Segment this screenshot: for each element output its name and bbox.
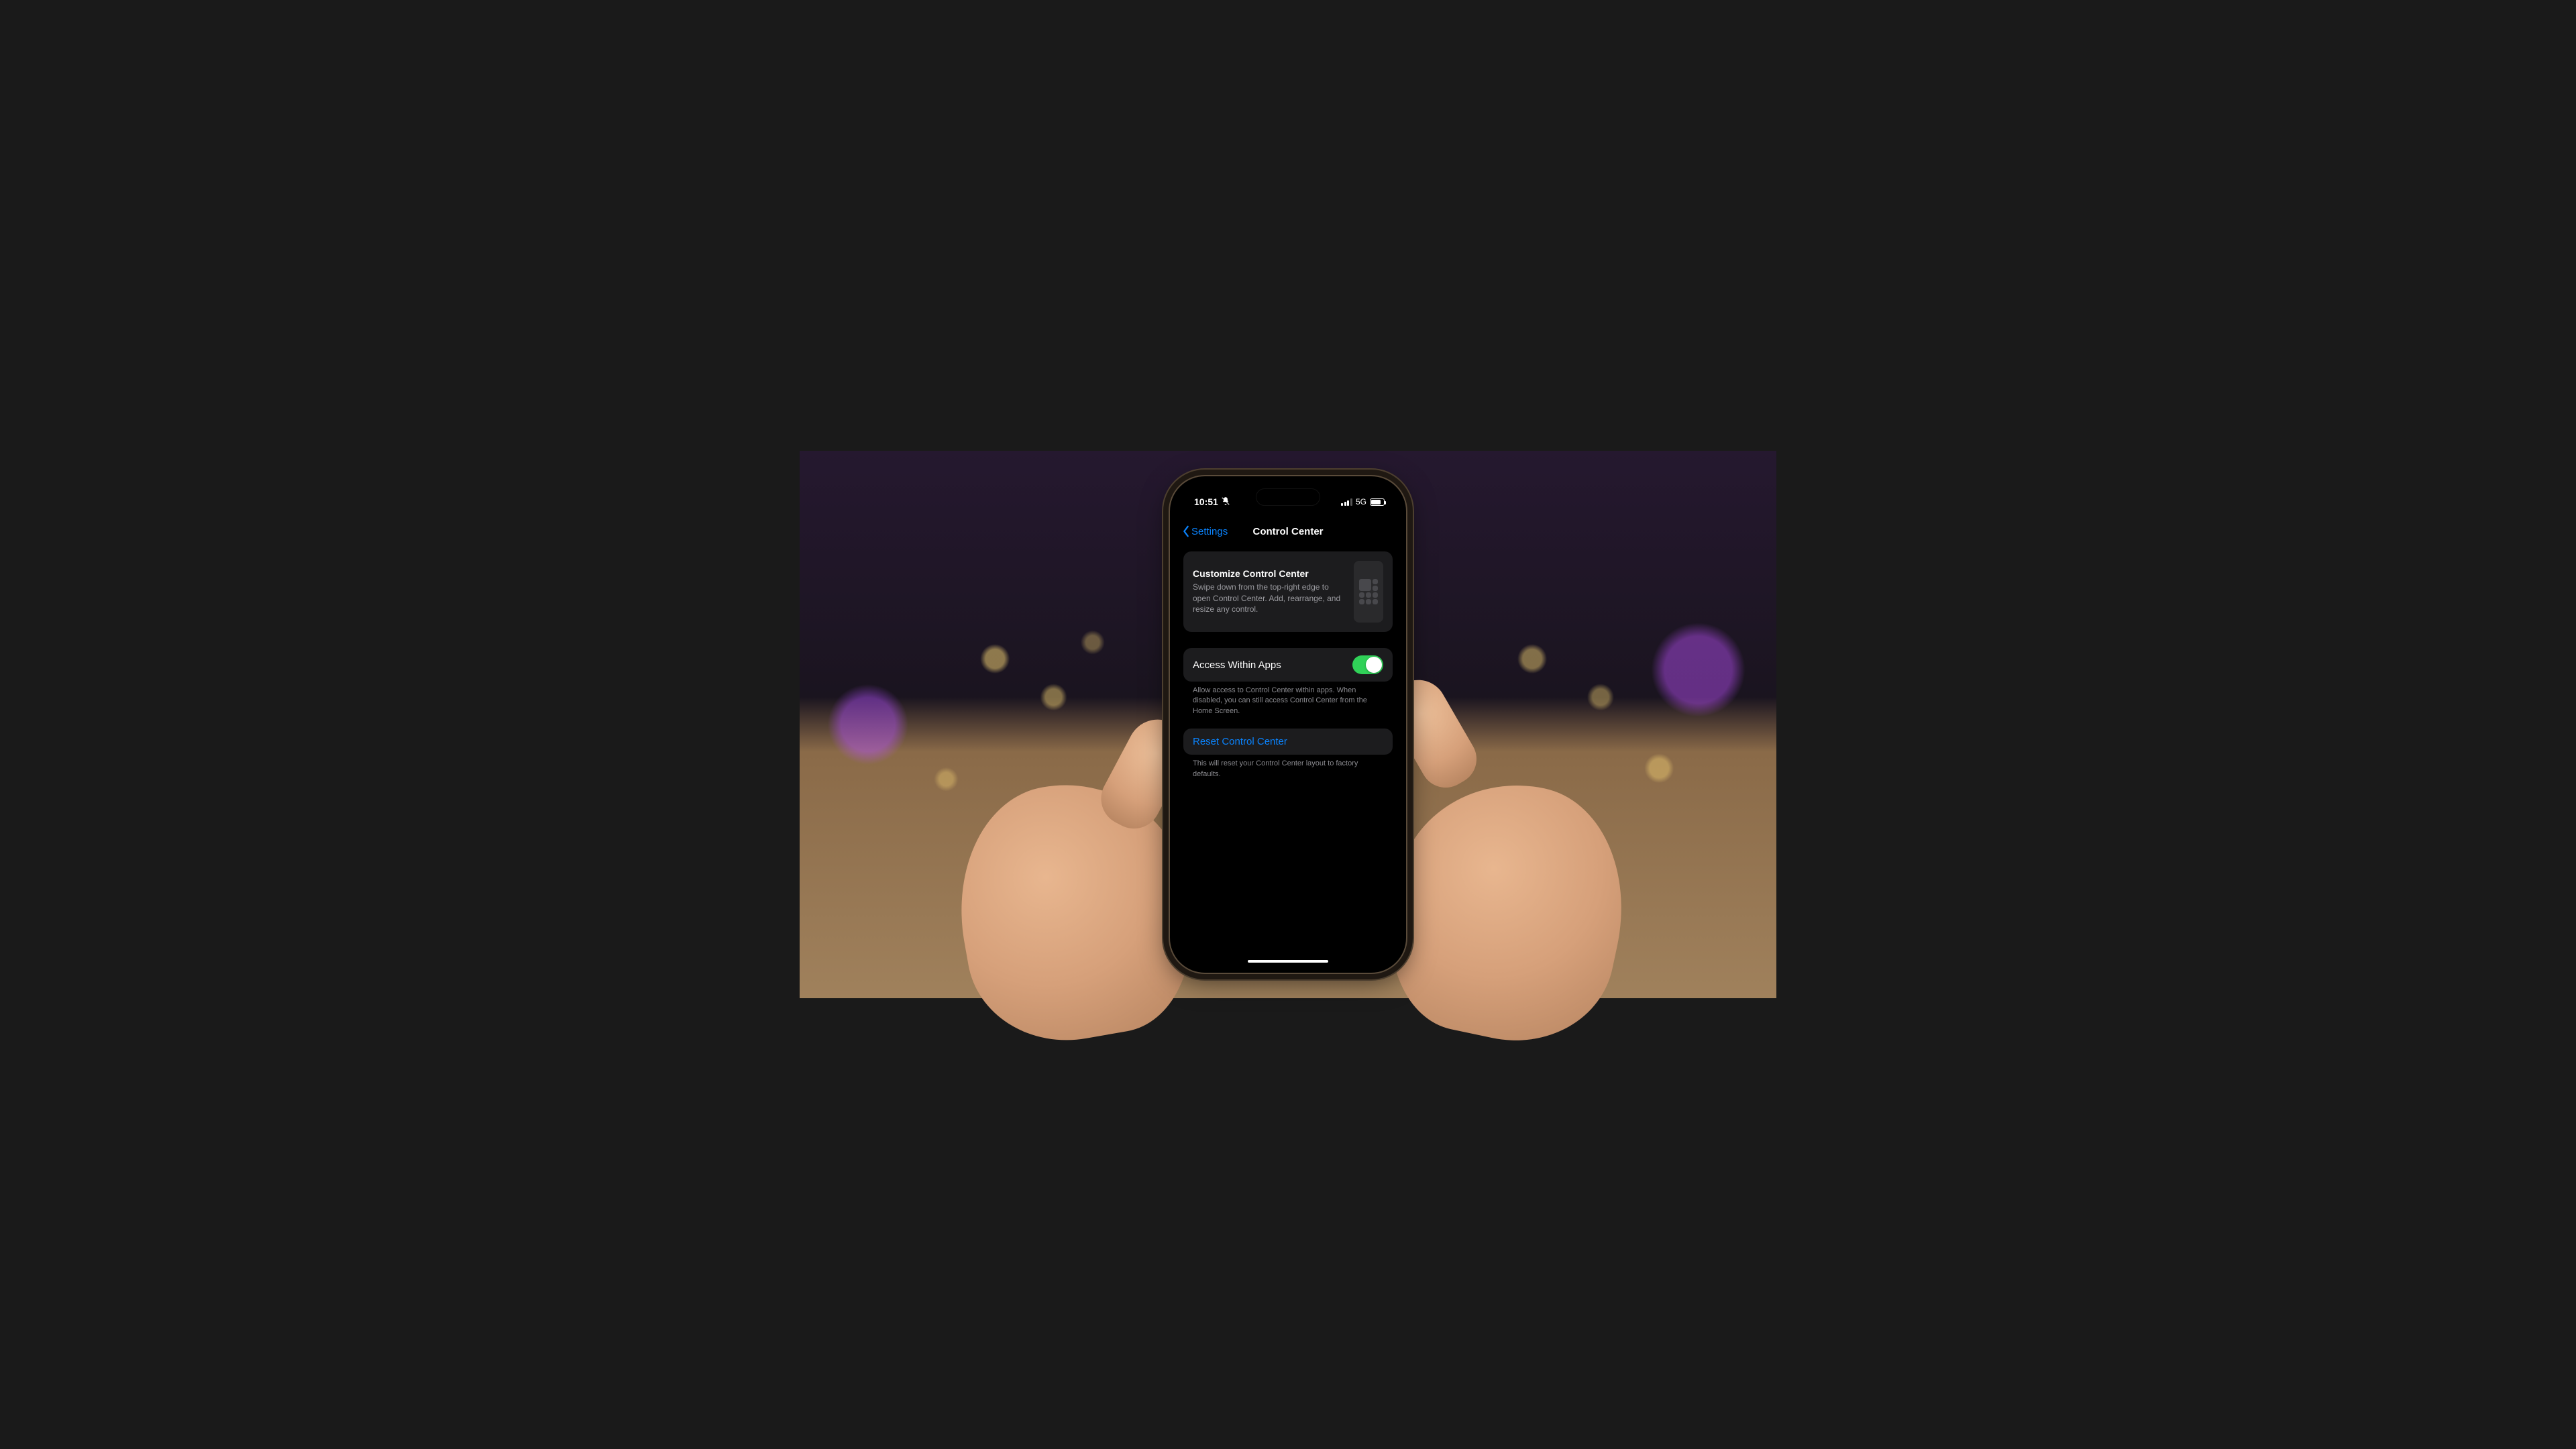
access-within-apps-label: Access Within Apps <box>1193 659 1281 671</box>
iphone-frame: 10:51 5G Settings Co <box>1169 475 1407 974</box>
battery-icon <box>1370 498 1385 506</box>
network-type-label: 5G <box>1356 497 1366 506</box>
reset-control-center-label: Reset Control Center <box>1193 736 1287 747</box>
status-time: 10:51 <box>1194 496 1218 507</box>
iphone-screen: 10:51 5G Settings Co <box>1175 482 1401 967</box>
back-button[interactable]: Settings <box>1182 525 1228 537</box>
back-label: Settings <box>1191 526 1228 537</box>
customize-card-title: Customize Control Center <box>1193 568 1346 579</box>
access-within-apps-row: Access Within Apps <box>1183 648 1393 682</box>
customize-card-description: Swipe down from the top-right edge to op… <box>1193 582 1346 615</box>
home-indicator[interactable] <box>1248 960 1328 963</box>
reset-control-center-button[interactable]: Reset Control Center <box>1183 729 1393 755</box>
dnd-icon <box>1221 496 1230 508</box>
control-center-preview-icon <box>1354 561 1383 623</box>
customize-card[interactable]: Customize Control Center Swipe down from… <box>1183 551 1393 632</box>
status-right: 5G <box>1341 497 1385 506</box>
reset-section-footer: This will reset your Control Center layo… <box>1183 755 1393 780</box>
access-section-footer: Allow access to Control Center within ap… <box>1183 682 1393 716</box>
content-area[interactable]: Customize Control Center Swipe down from… <box>1175 545 1401 967</box>
customize-card-text: Customize Control Center Swipe down from… <box>1193 568 1346 615</box>
photo-scene: 10:51 5G Settings Co <box>800 451 1776 998</box>
dynamic-island <box>1256 488 1320 506</box>
chevron-left-icon <box>1182 525 1190 537</box>
nav-bar: Settings Control Center <box>1175 518 1401 545</box>
cellular-signal-icon <box>1341 498 1352 506</box>
reset-section: Reset Control Center This will reset you… <box>1183 729 1393 780</box>
hand-right <box>1370 763 1646 1059</box>
access-section: Access Within Apps Allow access to Contr… <box>1183 648 1393 716</box>
access-within-apps-toggle[interactable] <box>1352 655 1383 674</box>
status-left: 10:51 <box>1194 496 1230 508</box>
toggle-knob <box>1366 657 1382 673</box>
